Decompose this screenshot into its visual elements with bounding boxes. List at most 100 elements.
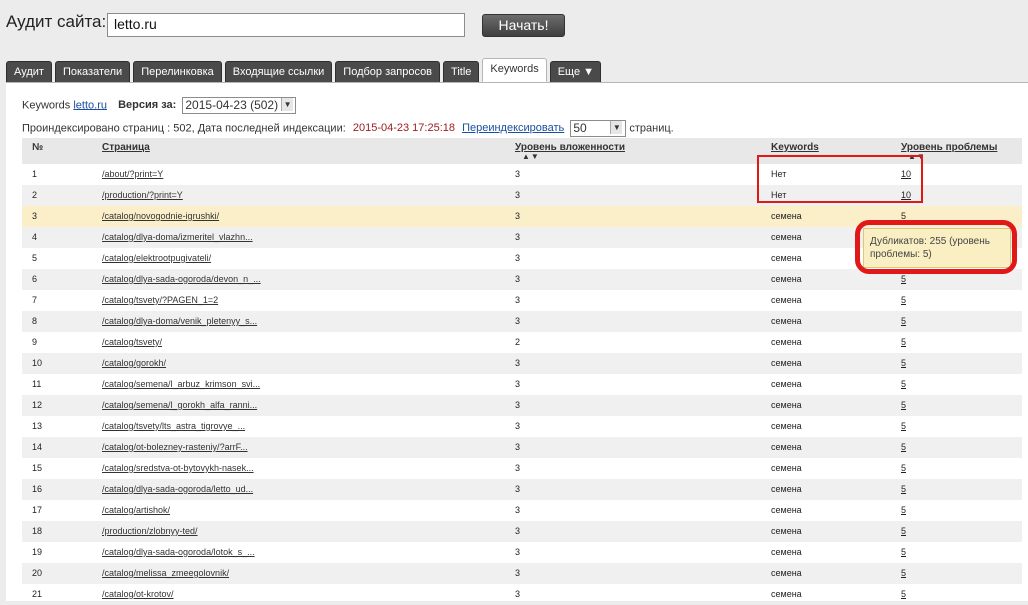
page-link[interactable]: /catalog/sredstva-ot-bytovykh-nasek... [102, 463, 254, 473]
depth-value: 3 [515, 568, 521, 578]
keywords-value: семена [771, 211, 802, 221]
row-number: 2 [32, 190, 38, 200]
table-row: 19/catalog/dlya-sada-ogoroda/lotok_s_...… [22, 542, 1022, 563]
depth-value: 3 [515, 484, 521, 494]
chevron-down-icon: ▼ [281, 98, 294, 111]
table-row: 15/catalog/sredstva-ot-bytovykh-nasek...… [22, 458, 1022, 479]
keywords-value: семена [771, 421, 802, 431]
tab-bar: Аудит Показатели Перелинковка Входящие с… [6, 58, 604, 82]
row-number: 7 [32, 295, 38, 305]
sort-arrows-icon[interactable]: ▲▼ [522, 152, 540, 161]
tab-query-selection[interactable]: Подбор запросов [335, 61, 441, 82]
tab-linking[interactable]: Перелинковка [133, 61, 222, 82]
tab-incoming-links[interactable]: Входящие ссылки [224, 61, 333, 82]
table-row: 10/catalog/gorokh/3 семена 5 [22, 353, 1022, 374]
page-link[interactable]: /catalog/dlya-sada-ogoroda/letto_ud... [102, 484, 253, 494]
version-select[interactable]: 2015-04-23 (502) ▼ [182, 97, 297, 114]
page-link[interactable]: /catalog/novogodnie-igrushki/ [102, 211, 219, 221]
keywords-value: семена [771, 337, 802, 347]
keywords-value: семена [771, 316, 802, 326]
page-link[interactable]: /catalog/dlya-sada-ogoroda/devon_n_... [102, 274, 261, 284]
page-link[interactable]: /catalog/dlya-sada-ogoroda/lotok_s_... [102, 547, 255, 557]
index-info-line: Проиндексировано страниц : 502, Дата пос… [22, 120, 674, 137]
depth-value: 3 [515, 295, 521, 305]
site-url-input[interactable]: letto.ru [107, 13, 465, 37]
problem-level-link[interactable]: 5 [901, 589, 906, 599]
depth-value: 3 [515, 589, 521, 599]
page-link[interactable]: /catalog/melissa_zmeegolovnik/ [102, 568, 229, 578]
column-header-page[interactable]: Страница [102, 142, 150, 153]
problem-level-link[interactable]: 5 [901, 379, 906, 389]
keywords-table: № Страница Уровень вложенности ▲▼ Keywor… [22, 138, 1022, 605]
tab-title[interactable]: Title [443, 61, 480, 82]
tab-metrics[interactable]: Показатели [54, 61, 131, 82]
page-link[interactable]: /catalog/gorokh/ [102, 358, 166, 368]
chevron-down-icon: ▼ [610, 121, 623, 134]
page-link[interactable]: /catalog/tsvety/?PAGEN_1=2 [102, 295, 218, 305]
keywords-value: семена [771, 505, 802, 515]
site-link[interactable]: letto.ru [73, 99, 107, 111]
version-select-value: 2015-04-23 (502) [185, 98, 279, 112]
start-button[interactable]: Начать! [482, 14, 565, 37]
page-link[interactable]: /catalog/dlya-doma/izmeritel_vlazhn... [102, 232, 253, 242]
row-number: 17 [32, 505, 43, 515]
depth-value: 3 [515, 211, 521, 221]
depth-value: 3 [515, 421, 521, 431]
page-link[interactable]: /catalog/ot-bolezney-rasteniy/?arrF... [102, 442, 248, 452]
row-number: 20 [32, 568, 43, 578]
problem-level-link[interactable]: 5 [901, 526, 906, 536]
table-row: 9/catalog/tsvety/2 семена 5 [22, 332, 1022, 353]
index-info-text: Проиндексировано страниц : 502, Дата пос… [22, 122, 346, 135]
page-link[interactable]: /catalog/semena/l_arbuz_krimson_svi... [102, 379, 260, 389]
keywords-value: семена [771, 379, 802, 389]
problem-level-link[interactable]: 5 [901, 547, 906, 557]
row-number: 5 [32, 253, 38, 263]
tab-keywords[interactable]: Keywords [482, 58, 547, 82]
problem-level-link[interactable]: 5 [901, 484, 906, 494]
reindex-link[interactable]: Переиндексировать [462, 122, 564, 134]
page-link[interactable]: /production/?print=Y [102, 190, 183, 200]
table-row: 16/catalog/dlya-sada-ogoroda/letto_ud...… [22, 479, 1022, 500]
tab-more[interactable]: Еще ▼ [549, 61, 602, 82]
page-link[interactable]: /catalog/tsvety/lts_astra_tigrovye_... [102, 421, 245, 431]
page-link[interactable]: /catalog/elektrootpugivateli/ [102, 253, 211, 263]
depth-value: 3 [515, 190, 521, 200]
keywords-value: семена [771, 400, 802, 410]
problem-level-link[interactable]: 5 [901, 463, 906, 473]
problem-level-link[interactable]: 5 [901, 295, 906, 305]
problem-level-link[interactable]: 5 [901, 337, 906, 347]
depth-value: 3 [515, 379, 521, 389]
row-number: 6 [32, 274, 38, 284]
problem-level-link[interactable]: 5 [901, 274, 906, 284]
page-link[interactable]: /production/zlobnyy-ted/ [102, 526, 198, 536]
depth-value: 3 [515, 442, 521, 452]
problem-level-link[interactable]: 5 [901, 421, 906, 431]
row-number: 14 [32, 442, 43, 452]
page-link[interactable]: /catalog/dlya-doma/venik_pletenyy_s... [102, 316, 257, 326]
keywords-value: семена [771, 274, 802, 284]
tab-audit[interactable]: Аудит [6, 61, 52, 82]
table-row: 21/catalog/ot-krotov/3 семена 5 [22, 584, 1022, 605]
problem-level-link[interactable]: 5 [901, 358, 906, 368]
page-link[interactable]: /catalog/tsvety/ [102, 337, 162, 347]
problem-level-link[interactable]: 5 [901, 316, 906, 326]
depth-value: 3 [515, 316, 521, 326]
keywords-prefix: Keywords [22, 99, 71, 112]
page-link[interactable]: /about/?print=Y [102, 169, 163, 179]
row-number: 21 [32, 589, 43, 599]
per-page-select[interactable]: 50 ▼ [570, 120, 627, 137]
row-number: 15 [32, 463, 43, 473]
column-header-num: № [32, 142, 44, 153]
table-row: 14/catalog/ot-bolezney-rasteniy/?arrF...… [22, 437, 1022, 458]
row-number: 10 [32, 358, 43, 368]
last-index-date: 2015-04-23 17:25:18 [352, 122, 455, 135]
problem-level-link[interactable]: 5 [901, 400, 906, 410]
depth-value: 3 [515, 547, 521, 557]
page-link[interactable]: /catalog/artishok/ [102, 505, 170, 515]
problem-level-link[interactable]: 5 [901, 568, 906, 578]
page-link[interactable]: /catalog/ot-krotov/ [102, 589, 174, 599]
problem-level-link[interactable]: 5 [901, 505, 906, 515]
page-link[interactable]: /catalog/semena/l_gorokh_alfa_ranni... [102, 400, 257, 410]
column-header-keywords[interactable]: Keywords [771, 142, 819, 153]
problem-level-link[interactable]: 5 [901, 442, 906, 452]
